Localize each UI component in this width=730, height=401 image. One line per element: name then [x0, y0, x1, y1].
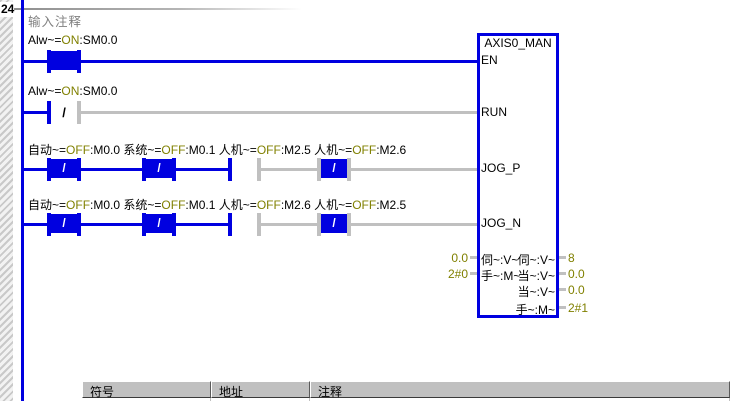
block-port-label-run: RUN [481, 105, 507, 119]
rung-wire [176, 168, 228, 171]
operand-status-value: OFF [257, 198, 281, 212]
rung-wire [351, 223, 477, 226]
operand-symbol-text: :M2.5 [281, 143, 314, 157]
param-output-label: 手~:M~ [481, 301, 555, 318]
operand-symbol-text: 人机~= [219, 143, 257, 157]
rung-wire [21, 223, 47, 226]
rung-wire [21, 111, 47, 114]
contact-bar [228, 158, 232, 181]
contact-bar [257, 213, 261, 236]
operand-symbol-text: 自动~= [28, 198, 66, 212]
operand-symbol-text: :M0.1 [185, 198, 218, 212]
contact-nc-energized[interactable]: / [321, 214, 347, 233]
param-input-value[interactable]: 0.0 [428, 251, 468, 265]
block-port-label-jog_p: JOG_P [481, 161, 520, 175]
operand-symbol-text: Alw~= [28, 84, 61, 98]
param-output-label: 当~:V~ [481, 283, 555, 300]
contact-bar [347, 213, 351, 236]
rung-wire [81, 60, 477, 63]
param-output-tick [559, 272, 566, 275]
operand-status-value: OFF [66, 198, 90, 212]
operand-symbol-text: Alw~= [28, 33, 61, 47]
param-output-label: 伺~:V~ [481, 251, 555, 268]
operand-symbol-text: 人机~= [314, 143, 352, 157]
contact-bar [347, 158, 351, 181]
operand-symbol-text: :SM0.0 [79, 33, 117, 47]
contact-bar [172, 213, 176, 236]
operand-status-value: OFF [161, 198, 185, 212]
param-output-value[interactable]: 8 [568, 251, 575, 265]
rung-operand-label[interactable]: 自动~=OFF:M0.0 系统~=OFF:M0.1 人机~=OFF:M2.6 人… [28, 196, 406, 213]
param-output-value[interactable]: 0.0 [568, 283, 585, 297]
contact-bar [77, 50, 81, 73]
param-output-tick [559, 256, 566, 259]
symbol-table-header-symbol[interactable]: 符号 [82, 381, 211, 398]
function-block-title: AXIS0_MAN [477, 36, 559, 50]
symbol-table-header-comment[interactable]: 注释 [310, 381, 730, 398]
operand-status-value: ON [61, 33, 79, 47]
param-output-tick [559, 306, 566, 309]
contact-bar [77, 101, 81, 124]
network-separator-line [14, 8, 314, 10]
param-output-tick [559, 288, 566, 291]
param-input-tick [470, 272, 477, 275]
contact-nc-energized[interactable]: / [146, 214, 172, 233]
rung-wire [176, 223, 228, 226]
contact-bar [77, 213, 81, 236]
contact-nc-energized[interactable]: / [146, 159, 172, 178]
operand-symbol-text: :M0.1 [185, 143, 218, 157]
contact-bar [257, 158, 261, 181]
contact-nc-energized[interactable]: / [51, 159, 77, 178]
operand-symbol-text: :SM0.0 [79, 84, 117, 98]
contact-nc-energized[interactable]: / [321, 159, 347, 178]
left-margin-hatch [0, 0, 13, 401]
operand-symbol-text: 系统~= [123, 143, 161, 157]
operand-symbol-text: :M2.5 [376, 198, 406, 212]
symbol-table-header: 符号 地址 注释 [82, 381, 730, 398]
operand-symbol-text: 自动~= [28, 143, 66, 157]
contact-nc-energized[interactable]: / [51, 214, 77, 233]
operand-symbol-text: :M2.6 [281, 198, 314, 212]
contact-nc-open[interactable]: / [49, 101, 79, 124]
block-port-label-jog_n: JOG_N [481, 216, 521, 230]
operand-symbol-text: 人机~= [219, 198, 257, 212]
operand-symbol-text: :M2.6 [376, 143, 406, 157]
operand-symbol-text: :M0.0 [90, 198, 123, 212]
contact-bar [172, 158, 176, 181]
operand-status-value: ON [61, 84, 79, 98]
operand-status-value: OFF [66, 143, 90, 157]
operand-symbol-text: 系统~= [123, 198, 161, 212]
rung-wire [261, 223, 317, 226]
param-output-label: 当~:V~ [481, 267, 555, 284]
rung-wire [81, 168, 142, 171]
operand-status-value: OFF [161, 143, 185, 157]
rung-wire [81, 111, 477, 114]
rung-wire [81, 223, 142, 226]
block-port-label-en: EN [481, 53, 498, 67]
param-input-tick [470, 256, 477, 259]
contact-no-energized[interactable] [51, 51, 77, 70]
rung-operand-label[interactable]: 自动~=OFF:M0.0 系统~=OFF:M0.1 人机~=OFF:M2.5 人… [28, 141, 406, 158]
symbol-table-header-address[interactable]: 地址 [211, 381, 310, 398]
operand-status-value: OFF [352, 198, 376, 212]
rung-wire [351, 168, 477, 171]
param-output-value[interactable]: 2#1 [568, 301, 588, 315]
rung-operand-label[interactable]: Alw~=ON:SM0.0 [28, 33, 117, 47]
operand-status-value: OFF [352, 143, 376, 157]
rung-wire [21, 168, 47, 171]
operand-symbol-text: 人机~= [314, 198, 352, 212]
network-comment-placeholder[interactable]: 输入注释 [28, 11, 82, 30]
rung-operand-label[interactable]: Alw~=ON:SM0.0 [28, 84, 117, 98]
contact-bar [228, 213, 232, 236]
ladder-editor-view: 24 输入注释 Alw~=ON:SM0.0Alw~=ON:SM0.0/自动~=O… [0, 0, 730, 401]
rung-wire [21, 60, 47, 63]
operand-status-value: OFF [257, 143, 281, 157]
operand-symbol-text: :M0.0 [90, 143, 123, 157]
rung-wire [261, 168, 317, 171]
contact-bar [77, 158, 81, 181]
param-input-value[interactable]: 2#0 [428, 267, 468, 281]
param-output-value[interactable]: 0.0 [568, 267, 585, 281]
